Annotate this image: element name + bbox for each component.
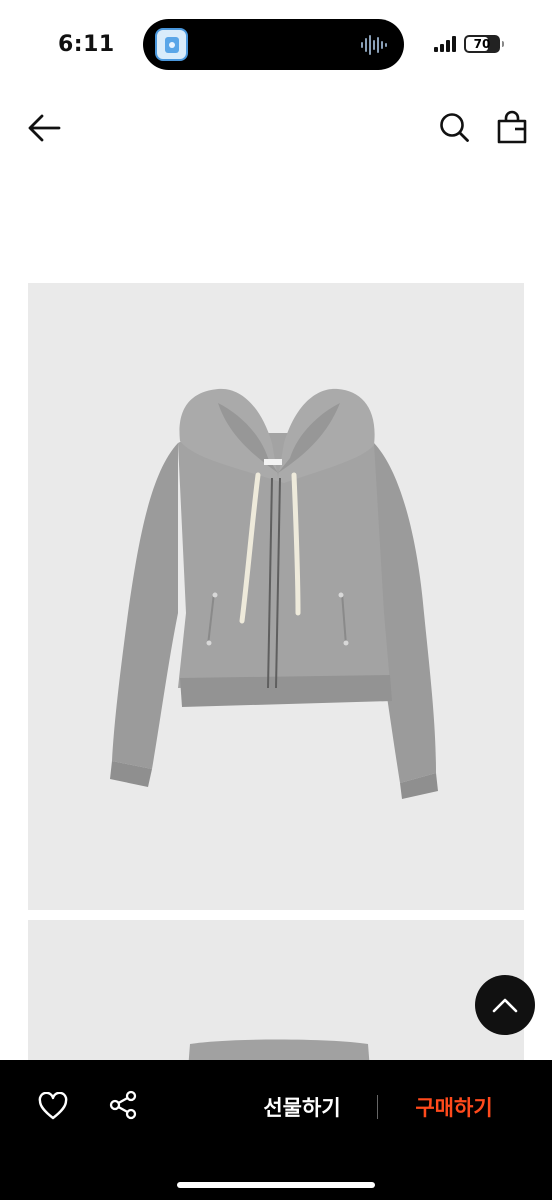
gift-button[interactable]: 선물하기 (252, 1092, 352, 1122)
battery-level: 70 (473, 37, 491, 51)
status-time: 6:11 (58, 32, 115, 57)
dynamic-island[interactable] (143, 19, 404, 70)
grey-zip-up-hoodie-photo (110, 388, 438, 799)
product-image-main[interactable] (28, 283, 524, 910)
status-indicators: 70 (434, 33, 504, 55)
cellular-signal-icon (434, 36, 456, 52)
battery-icon: 70 (464, 35, 504, 53)
buy-button[interactable]: 구매하기 (404, 1092, 504, 1122)
chevron-up-icon (492, 998, 518, 1013)
status-bar: 6:11 70 (0, 0, 552, 90)
divider (377, 1095, 378, 1119)
grey-zip-up-hoodie-photo-partial (188, 1039, 370, 1070)
share-icon[interactable] (108, 1090, 138, 1120)
scroll-to-top-button[interactable] (475, 975, 535, 1035)
home-indicator[interactable] (177, 1182, 375, 1188)
laundry-app-icon (155, 28, 188, 61)
arrow-left-icon[interactable] (26, 112, 62, 144)
bottom-action-bar: 선물하기 구매하기 (0, 1060, 552, 1200)
heart-icon[interactable] (38, 1092, 68, 1120)
audio-waveform-icon (361, 35, 387, 55)
product-image-secondary[interactable] (28, 920, 524, 1070)
search-icon[interactable] (438, 111, 470, 143)
top-navigation (0, 100, 552, 156)
shopping-bag-icon[interactable] (496, 110, 528, 144)
